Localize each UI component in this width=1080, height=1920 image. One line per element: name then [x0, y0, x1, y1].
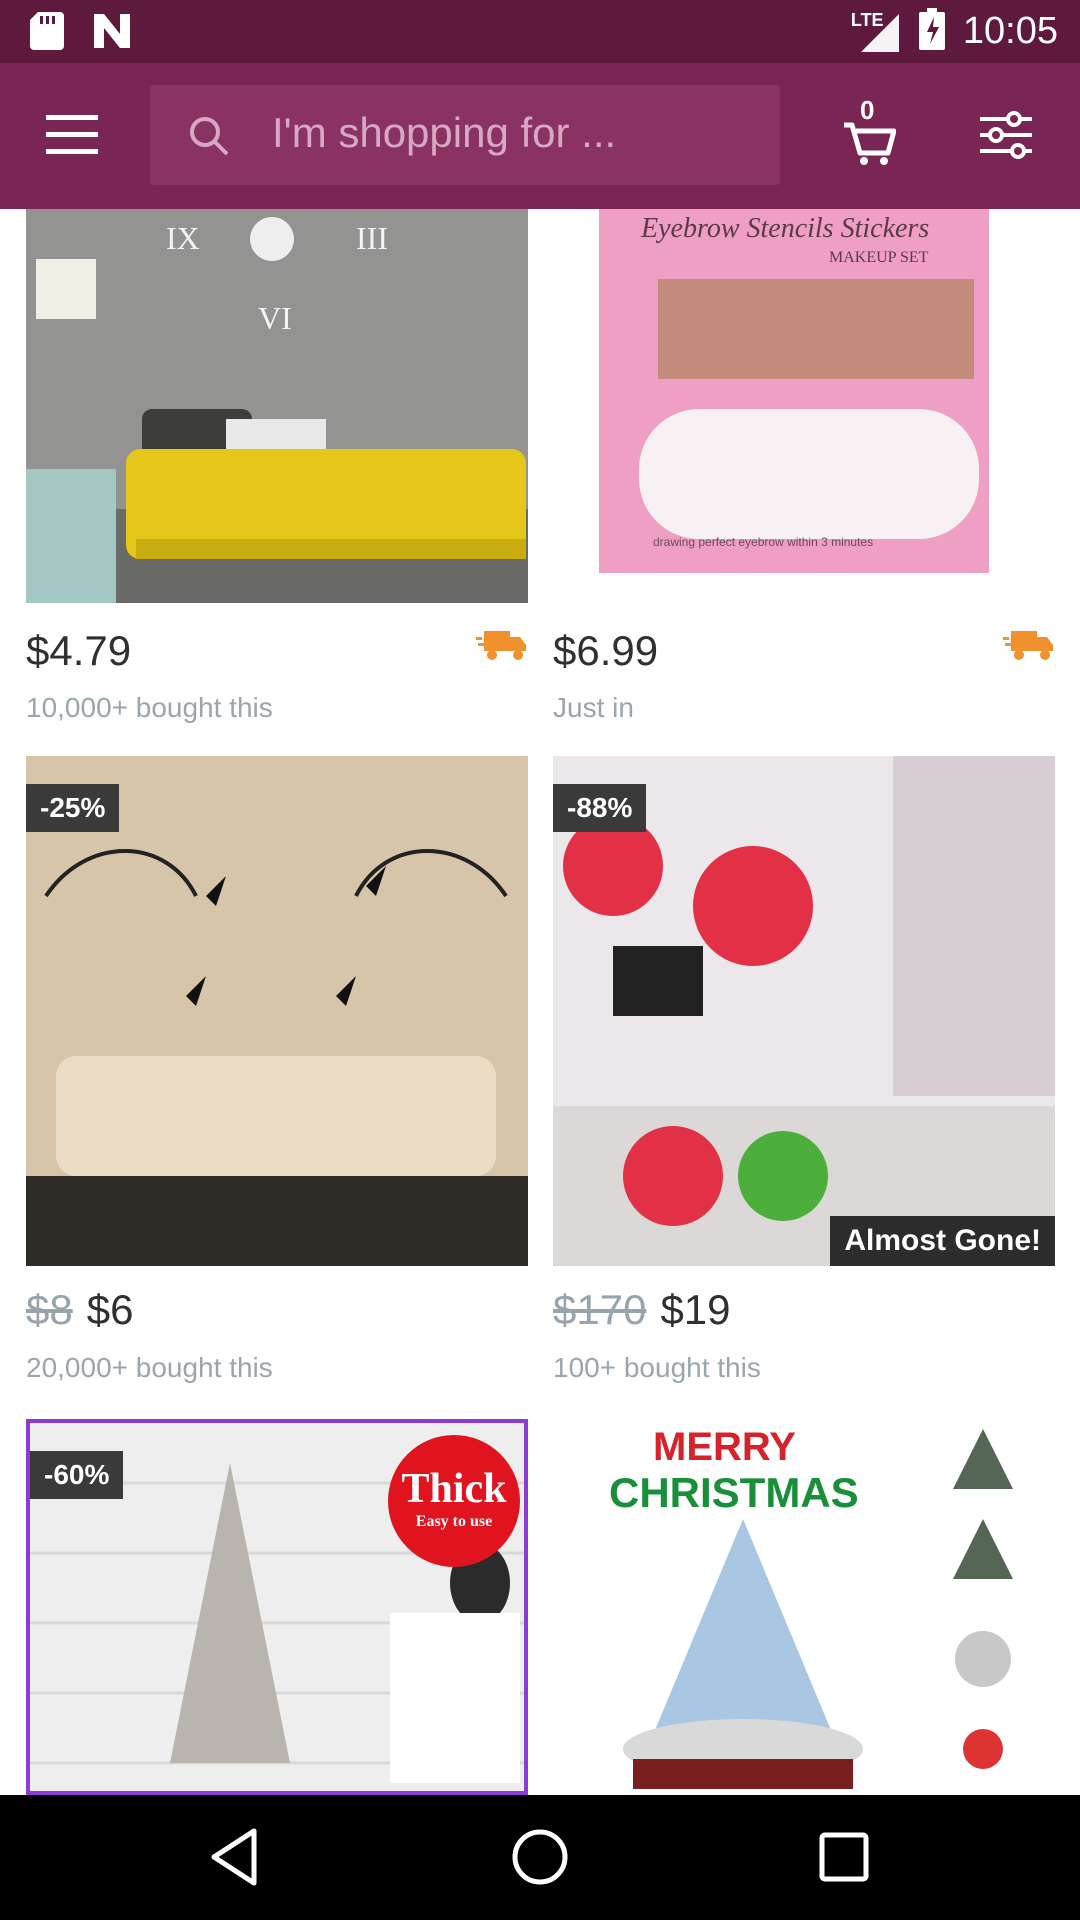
package-title: Eyebrow Stencils Stickers	[641, 213, 930, 244]
back-button[interactable]	[204, 1825, 268, 1889]
product-meta: Just in	[553, 692, 634, 723]
home-icon	[512, 1829, 568, 1885]
menu-icon	[46, 115, 98, 154]
filter-button[interactable]	[980, 111, 1032, 159]
menu-button[interactable]	[46, 113, 98, 157]
status-bar: LTE 10:05	[0, 0, 1080, 63]
recents-icon	[819, 1832, 869, 1882]
back-icon	[211, 1828, 257, 1886]
home-button[interactable]	[508, 1825, 572, 1889]
truck-icon	[476, 629, 528, 668]
product-image: -88% Almost Gone!	[553, 756, 1055, 1266]
app-bar: I'm shopping for ... 0	[0, 63, 1080, 209]
original-price: $8	[26, 1286, 73, 1333]
sd-card-icon	[30, 12, 64, 55]
sticker-title: Thick	[401, 1466, 507, 1512]
svg-text:III: III	[356, 220, 388, 256]
christmas-text: CHRISTMAS	[609, 1469, 859, 1516]
product-image: -60% Thick Easy to use	[26, 1419, 528, 1795]
package-caption: drawing perfect eyebrow within 3 minutes	[653, 535, 874, 549]
lte-signal-icon: LTE	[851, 10, 901, 54]
product-grid: IX III VI $4.79 10,000+ bought this Eyeb…	[0, 209, 1080, 1795]
product-card[interactable]: Eyebrow Stencils Stickers MAKEUP SET dra…	[553, 209, 1055, 729]
product-price: $4.79	[26, 627, 132, 674]
original-price: $170	[553, 1286, 647, 1333]
sticker-subtitle: Easy to use	[415, 1513, 493, 1530]
search-input[interactable]: I'm shopping for ...	[150, 85, 780, 185]
svg-text:VI: VI	[258, 300, 292, 336]
svg-text:IX: IX	[166, 220, 200, 256]
product-meta: 10,000+ bought this	[26, 692, 273, 723]
discount-badge: -88%	[553, 784, 647, 832]
discount-badge: -25%	[26, 784, 120, 832]
sale-price: $19	[660, 1286, 731, 1333]
navigation-bar	[0, 1795, 1080, 1920]
product-image: MERRY CHRISTMAS	[553, 1419, 1055, 1795]
discount-badge: -60%	[30, 1451, 124, 1499]
sale-price: $6	[86, 1286, 134, 1333]
product-price: $170 $19	[553, 1286, 731, 1334]
search-placeholder: I'm shopping for ...	[272, 109, 617, 156]
cart-button[interactable]: 0	[842, 95, 897, 167]
product-image: IX III VI	[26, 209, 528, 603]
product-card[interactable]: -88% Almost Gone! $170 $19 100+ bought th…	[553, 756, 1055, 1383]
almost-gone-ribbon: Almost Gone!	[830, 1216, 1055, 1266]
product-price: $8 $6	[26, 1286, 133, 1334]
product-card[interactable]: -60% Thick Easy to use	[26, 1419, 528, 1795]
thick-sticker: Thick Easy to use	[388, 1435, 520, 1567]
battery-icon	[918, 8, 945, 55]
product-image: -25%	[26, 756, 528, 1266]
n-icon	[92, 12, 132, 55]
product-card[interactable]: MERRY CHRISTMAS	[553, 1419, 1055, 1795]
product-meta: 100+ bought this	[553, 1352, 761, 1383]
product-image: Eyebrow Stencils Stickers MAKEUP SET dra…	[553, 209, 1055, 603]
package-subtitle: MAKEUP SET	[829, 249, 929, 266]
recents-button[interactable]	[812, 1825, 876, 1889]
cart-count-badge: 0	[860, 95, 875, 125]
clock: 10:05	[962, 10, 1058, 52]
product-card[interactable]: IX III VI $4.79 10,000+ bought this	[26, 209, 528, 729]
merry-text: MERRY	[653, 1425, 796, 1469]
filter-icon	[980, 111, 1032, 159]
product-price: $6.99	[553, 627, 659, 674]
product-meta: 20,000+ bought this	[26, 1352, 273, 1383]
product-card[interactable]: -25% $8 $6 20,000+ bought this	[26, 756, 528, 1383]
search-icon	[188, 115, 230, 162]
truck-icon	[1003, 629, 1055, 668]
